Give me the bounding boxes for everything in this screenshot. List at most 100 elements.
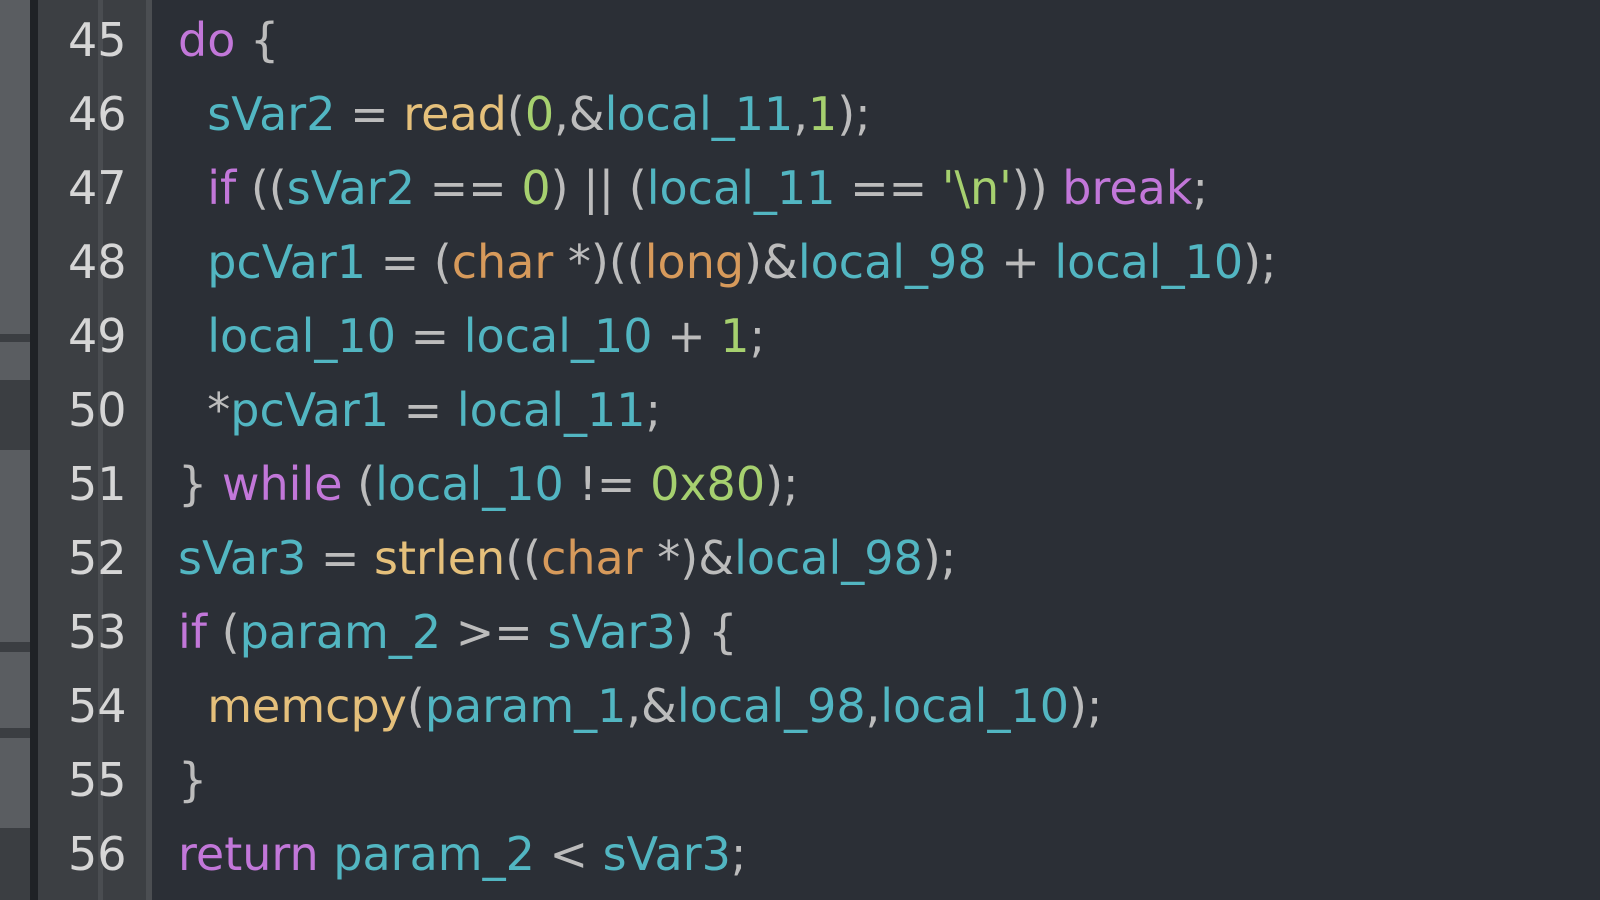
code-token-punc: ( <box>206 605 240 659</box>
code-token-punc: = <box>389 383 457 437</box>
code-token-var[interactable]: param_1 <box>425 679 627 733</box>
code-token-punc: )) <box>1011 161 1063 215</box>
code-token-var[interactable]: local_10 <box>880 679 1069 733</box>
code-line[interactable]: if (param_2 >= sVar3) { <box>178 594 738 670</box>
code-token-punc: *)(( <box>553 235 645 289</box>
code-token-punc: = <box>335 87 404 141</box>
code-token-var[interactable]: local_98 <box>798 235 987 289</box>
code-line[interactable]: local_10 = local_10 + 1; <box>178 298 765 374</box>
code-token-punc: { <box>235 13 280 67</box>
code-token-var[interactable]: sVar3 <box>603 827 731 881</box>
code-token-fn[interactable]: read <box>403 87 507 141</box>
code-token-punc <box>319 827 334 881</box>
line-number: 46 <box>68 87 127 141</box>
code-token-fn[interactable]: memcpy <box>207 679 407 733</box>
line-number: 48 <box>68 235 127 289</box>
code-token-punc: ,& <box>554 87 605 141</box>
gutter-border <box>146 0 152 900</box>
code-token-kw[interactable]: return <box>178 827 319 881</box>
code-token-var[interactable]: sVar2 <box>287 161 415 215</box>
code-token-punc: } <box>178 457 222 511</box>
decompiler-code-view[interactable]: 45 do {46 sVar2 = read(0,&local_11,1); 47 … <box>0 0 1600 900</box>
code-token-punc: != <box>563 457 651 511</box>
code-token-var[interactable]: param_2 <box>333 827 535 881</box>
code-token-num[interactable]: 0x80 <box>650 457 765 511</box>
code-token-var[interactable]: sVar2 <box>207 87 335 141</box>
code-token-punc <box>178 235 207 289</box>
code-token-str[interactable]: '\n' <box>942 161 1012 215</box>
panel-divider[interactable] <box>30 0 38 900</box>
code-token-punc: ; <box>1192 161 1209 215</box>
code-token-punc: == <box>835 161 942 215</box>
code-token-var[interactable]: local_10 <box>375 457 564 511</box>
code-token-punc: ,& <box>626 679 677 733</box>
code-token-var[interactable]: pcVar1 <box>207 235 366 289</box>
code-line[interactable]: *pcVar1 = local_11; <box>178 372 661 448</box>
code-token-punc: ( <box>506 87 525 141</box>
code-line[interactable]: return param_2 < sVar3; <box>178 816 746 892</box>
code-token-num[interactable]: 1 <box>808 87 837 141</box>
line-number: 51 <box>68 457 127 511</box>
code-token-punc: + <box>652 309 721 363</box>
side-panel-marker <box>0 728 30 738</box>
code-token-punc: ) || ( <box>550 161 647 215</box>
line-number: 47 <box>68 161 127 215</box>
code-token-num[interactable]: 0 <box>525 87 554 141</box>
line-number: 52 <box>68 531 127 585</box>
code-token-kw[interactable]: break <box>1062 161 1192 215</box>
code-line[interactable]: sVar2 = read(0,&local_11,1); <box>178 76 871 152</box>
code-token-punc: = <box>306 531 375 585</box>
code-token-kw[interactable]: if <box>178 605 207 659</box>
code-token-punc: (( <box>505 531 542 585</box>
line-number: 49 <box>68 309 127 363</box>
code-token-var[interactable]: local_11 <box>457 383 646 437</box>
code-token-var[interactable]: local_98 <box>734 531 923 585</box>
code-token-punc: ( <box>342 457 376 511</box>
code-token-fn[interactable]: strlen <box>374 531 505 585</box>
line-number: 55 <box>68 753 127 807</box>
code-token-var[interactable]: pcVar1 <box>230 383 389 437</box>
code-token-var[interactable]: sVar3 <box>178 531 306 585</box>
code-token-kw[interactable]: if <box>207 161 236 215</box>
code-line[interactable]: } while (local_10 != 0x80); <box>178 446 799 522</box>
code-token-var[interactable]: local_11 <box>605 87 794 141</box>
line-number: 54 <box>68 679 127 733</box>
code-token-num[interactable]: 0 <box>521 161 550 215</box>
code-token-num[interactable]: 1 <box>720 309 749 363</box>
code-token-punc: >= <box>441 605 548 659</box>
code-token-punc: } <box>178 753 208 807</box>
side-panel-marker <box>0 828 30 900</box>
code-token-punc <box>178 161 207 215</box>
code-token-var[interactable]: local_98 <box>677 679 866 733</box>
code-token-punc: ; <box>645 383 662 437</box>
code-token-var[interactable]: param_2 <box>240 605 442 659</box>
code-token-var[interactable]: local_10 <box>1054 235 1243 289</box>
code-token-punc: == <box>414 161 522 215</box>
code-line[interactable]: pcVar1 = (char *)((long)&local_98 + loca… <box>178 224 1276 300</box>
code-token-var[interactable]: local_11 <box>647 161 836 215</box>
code-token-punc: = <box>395 309 464 363</box>
code-token-type[interactable]: char <box>452 235 554 289</box>
code-token-punc <box>178 679 207 733</box>
code-token-kw[interactable]: while <box>222 457 343 511</box>
code-token-punc: ); <box>765 457 799 511</box>
code-line[interactable]: memcpy(param_1,&local_98,local_10); <box>178 668 1102 744</box>
code-token-punc: ); <box>837 87 871 141</box>
code-token-var[interactable]: sVar3 <box>547 605 675 659</box>
code-line[interactable]: if ((sVar2 == 0) || (local_11 == '\n')) … <box>178 150 1208 226</box>
code-line[interactable]: } <box>178 742 207 818</box>
line-number: 53 <box>68 605 127 659</box>
code-token-kw[interactable]: do <box>178 13 235 67</box>
code-token-type[interactable]: long <box>645 235 744 289</box>
code-line[interactable]: sVar3 = strlen((char *)&local_98); <box>178 520 956 596</box>
code-token-punc: ); <box>1068 679 1103 733</box>
code-token-type[interactable]: char <box>541 531 643 585</box>
code-token-var[interactable]: local_10 <box>207 309 396 363</box>
code-line[interactable]: do { <box>178 2 279 78</box>
code-token-punc <box>178 87 207 141</box>
code-token-var[interactable]: local_10 <box>464 309 653 363</box>
code-token-punc: * <box>178 383 231 437</box>
code-token-punc: ; <box>749 309 766 363</box>
code-token-punc: ; <box>730 827 747 881</box>
side-panel-strip <box>0 0 30 900</box>
